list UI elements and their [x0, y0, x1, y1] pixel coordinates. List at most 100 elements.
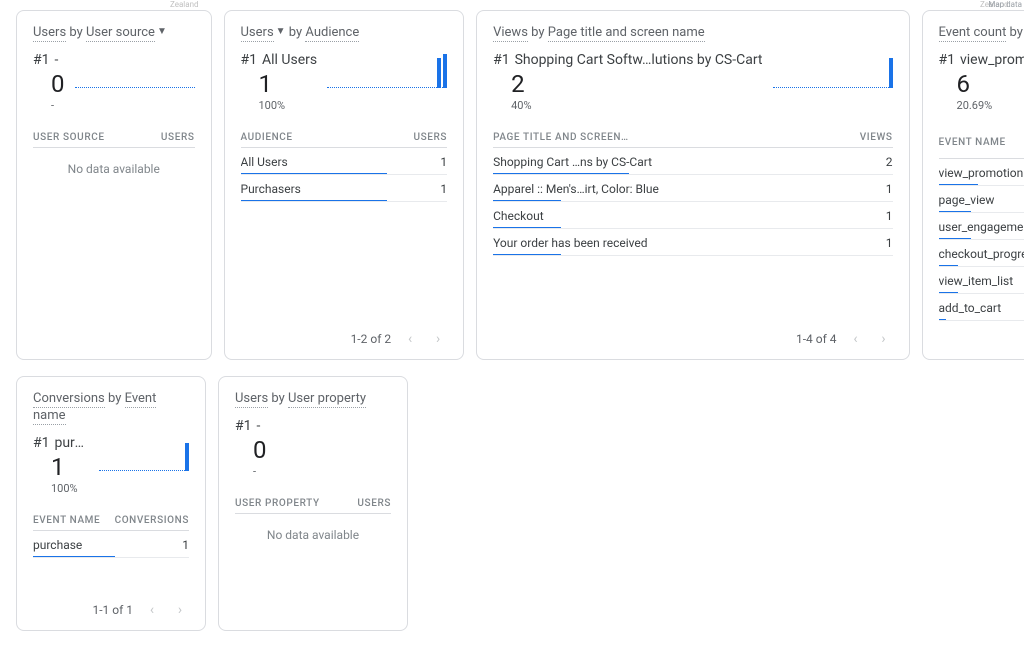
card-title[interactable]: Views by Page title and screen name [493, 25, 892, 42]
cards-row-1: Users by User source▼#1 -0-USER SOURCEUS… [0, 0, 1024, 376]
report-card: Conversions by Event name#1 purchase1100… [16, 376, 206, 631]
pager-range: 1-1 of 1 [92, 603, 133, 617]
spark-bar [889, 58, 893, 88]
title-dimension[interactable]: Audience [305, 25, 359, 42]
title-by: by [66, 25, 86, 40]
table-row[interactable]: purchase1 [33, 530, 189, 557]
column-header: AUDIENCE [241, 126, 388, 148]
pager: 1-6 of 12‹› [939, 321, 1024, 347]
row-label: view_item_list [939, 266, 1024, 293]
top-metric-value: 6 [957, 70, 1024, 98]
title-by: by [528, 25, 548, 40]
column-header: EVENT NAME [33, 509, 115, 531]
pager: 1-4 of 4 ‹ › [493, 321, 892, 347]
title-metric[interactable]: Event count [939, 25, 1007, 42]
spark-bar [185, 443, 189, 471]
data-table: USER PROPERTYUSERS [235, 492, 391, 514]
top-rank-label: #1 Shopping Cart Softw…lutions by CS-Car… [493, 52, 762, 68]
row-bar [241, 200, 388, 202]
row-label: Checkout [493, 201, 832, 228]
table-row[interactable]: Shopping Cart …ns by CS-Cart2 [493, 147, 892, 174]
table-row[interactable]: view_item_list3 [939, 266, 1024, 293]
top-metric-pct: 40% [511, 99, 762, 112]
card-title[interactable]: Conversions by Event name [33, 391, 189, 425]
table-row[interactable]: Your order has been received1 [493, 228, 892, 255]
title-dimension[interactable]: User source [86, 25, 155, 42]
card-title[interactable]: Users▼ by Audience [241, 25, 448, 42]
top-metric-value: 0 [51, 70, 65, 98]
top-metric-pct: - [253, 465, 391, 478]
table-row[interactable]: Purchasers1 [241, 174, 448, 201]
top-metric-pct: 100% [51, 482, 89, 495]
title-metric[interactable]: Conversions [33, 391, 105, 408]
table-row[interactable]: page_view5 [939, 185, 1024, 212]
data-table: EVENT NAMECONVERSIONSpurchase1 [33, 509, 189, 558]
top-metric-row: #1 All Users1100% [241, 52, 448, 112]
top-metric-value: 1 [51, 453, 89, 481]
chevron-down-icon[interactable]: ▼ [157, 25, 167, 38]
sparkline [773, 52, 893, 94]
row-label: add_to_cart [939, 293, 1024, 320]
report-card: Views by Page title and screen name #1 Sh… [476, 10, 909, 360]
row-label: Your order has been received [493, 228, 832, 255]
column-header: EVENT NAME [939, 126, 1024, 159]
row-value: 1 [115, 530, 189, 557]
data-table: EVENT NAMEEVENT COUNTview_promotion6page… [939, 126, 1024, 321]
no-data-message: No data available [235, 514, 391, 556]
table-row[interactable]: All Users1 [241, 147, 448, 174]
pager-range: 1-4 of 4 [796, 332, 837, 346]
title-by: by [286, 25, 306, 40]
table-row[interactable]: add_to_cart1 [939, 293, 1024, 320]
top-rank-label: #1 - [235, 418, 391, 434]
title-dimension[interactable]: Page title and screen name [548, 25, 705, 42]
pager-prev: ‹ [847, 331, 865, 347]
report-card: Event count by Event name #1 view_promoti… [922, 10, 1024, 360]
sparkline [99, 435, 189, 477]
row-label: Apparel :: Men's…irt, Color: Blue [493, 174, 832, 201]
spark-bar [443, 54, 447, 88]
top-metric-pct: 100% [259, 99, 318, 112]
row-label: checkout_progress [939, 239, 1024, 266]
pager-next: › [875, 331, 893, 347]
table-row[interactable]: user_engagement5 [939, 212, 1024, 239]
spark-bar [437, 58, 441, 88]
top-metric-row: #1 -0- [33, 52, 195, 112]
title-metric[interactable]: Users [235, 391, 268, 408]
sparkline [327, 52, 447, 94]
row-value: 1 [387, 174, 447, 201]
table-row[interactable]: Apparel :: Men's…irt, Color: Blue1 [493, 174, 892, 201]
table-row[interactable]: Checkout1 [493, 201, 892, 228]
table-row[interactable]: view_promotion6 [939, 158, 1024, 185]
row-label: page_view [939, 185, 1024, 212]
column-header: USER PROPERTY [235, 492, 347, 514]
no-data-message: No data available [33, 148, 195, 190]
row-value: 1 [387, 147, 447, 174]
table-row[interactable]: checkout_progress3 [939, 239, 1024, 266]
column-header: USER SOURCE [33, 126, 143, 148]
row-label: purchase [33, 530, 115, 557]
data-table: PAGE TITLE AND SCREEN…VIEWSShopping Cart… [493, 126, 892, 256]
top-rank-label: #1 All Users [241, 52, 318, 68]
column-header: USERS [143, 126, 195, 148]
row-value: 1 [833, 228, 893, 255]
title-metric[interactable]: Users [33, 25, 66, 42]
top-metric-row: #1 -0- [235, 418, 391, 478]
row-value: 1 [833, 174, 893, 201]
title-dimension[interactable]: User property [288, 391, 366, 408]
card-title[interactable]: Users by User source▼ [33, 25, 195, 42]
column-header: VIEWS [833, 126, 893, 148]
title-metric[interactable]: Users [241, 25, 274, 42]
column-header: CONVERSIONS [115, 509, 189, 531]
top-metric-row: #1 view_promotion620.69% [939, 52, 1024, 112]
row-label: view_promotion [939, 158, 1024, 185]
card-title[interactable]: Event count by Event name [939, 25, 1024, 42]
row-label: user_engagement [939, 212, 1024, 239]
title-metric[interactable]: Views [493, 25, 528, 42]
card-title[interactable]: Users by User property [235, 391, 391, 408]
row-value: 2 [833, 147, 893, 174]
data-table: AUDIENCEUSERSAll Users1Purchasers1 [241, 126, 448, 202]
pager-range: 1-2 of 2 [351, 332, 392, 346]
report-card: Users by User source▼ #1 -0- USER SOURCEUS… [16, 10, 212, 360]
chevron-down-icon[interactable]: ▼ [276, 25, 286, 38]
data-table: USER SOURCEUSERS [33, 126, 195, 148]
